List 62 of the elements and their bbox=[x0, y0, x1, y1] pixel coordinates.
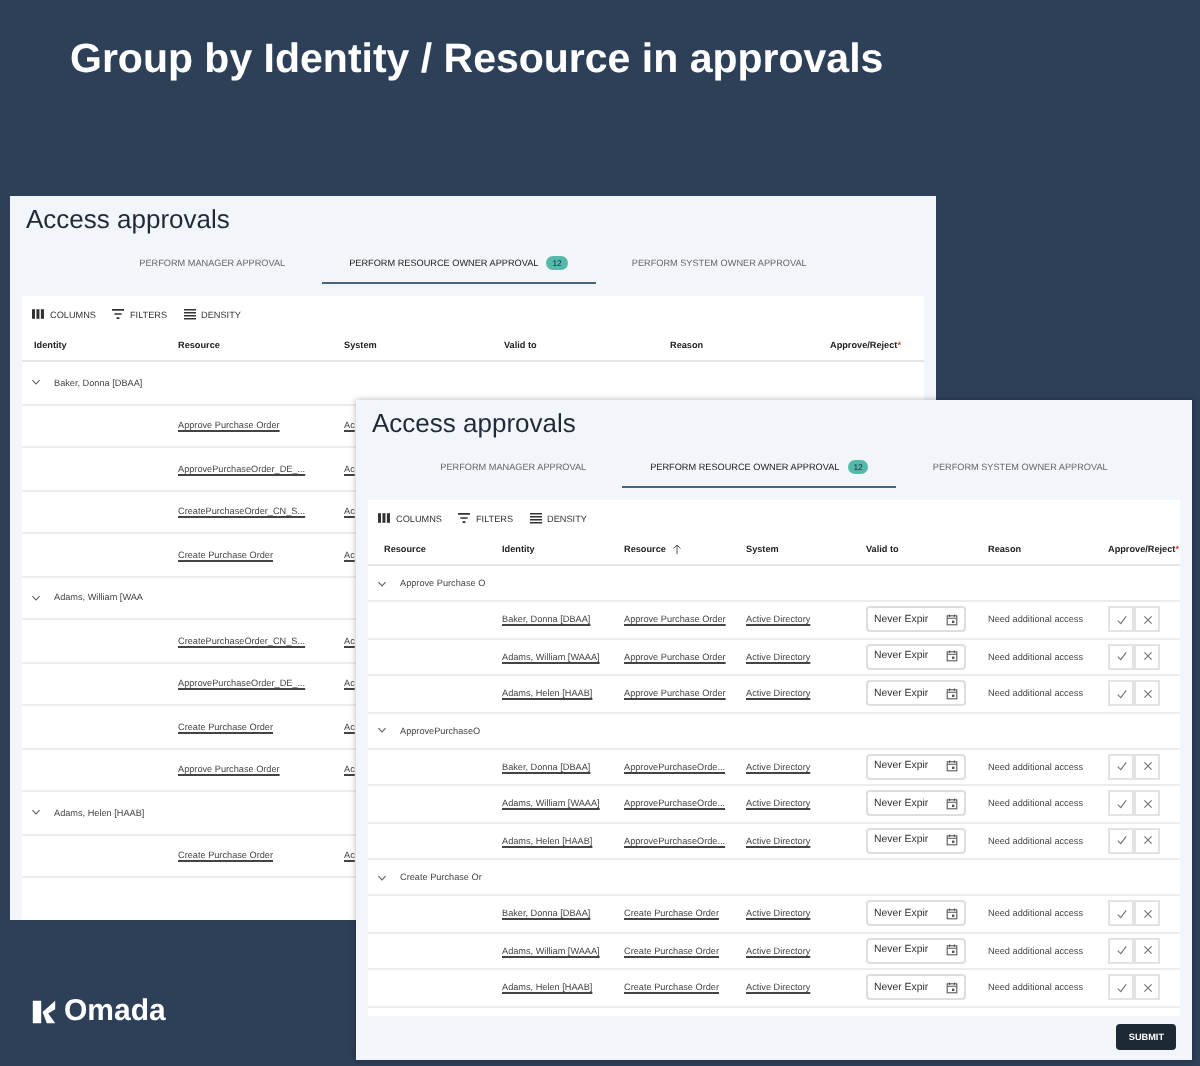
approve-button[interactable] bbox=[1108, 974, 1134, 1001]
close-icon bbox=[1141, 613, 1153, 626]
calendar-icon bbox=[946, 834, 958, 847]
calendar-icon bbox=[946, 760, 958, 773]
chevron-icon[interactable] bbox=[376, 577, 388, 589]
filter-icon bbox=[457, 512, 470, 524]
reject-button[interactable] bbox=[1134, 790, 1160, 817]
reject-button[interactable] bbox=[1134, 606, 1160, 633]
page-title: Access approvals bbox=[24, 202, 232, 234]
approve-button[interactable] bbox=[1108, 900, 1134, 927]
check-icon bbox=[1115, 907, 1127, 920]
filter-icon bbox=[111, 308, 124, 320]
chevron-icon[interactable] bbox=[30, 591, 42, 604]
approve-button[interactable] bbox=[1108, 790, 1134, 817]
close-icon bbox=[1141, 981, 1153, 994]
density-icon bbox=[529, 512, 542, 524]
check-icon bbox=[1115, 797, 1127, 810]
approve-button[interactable] bbox=[1108, 753, 1134, 780]
density-icon bbox=[183, 308, 196, 320]
chevron-icon[interactable] bbox=[30, 806, 42, 819]
reject-button[interactable] bbox=[1134, 900, 1160, 927]
approve-button[interactable] bbox=[1108, 680, 1134, 707]
reject-button[interactable] bbox=[1134, 937, 1160, 964]
chevron-icon[interactable] bbox=[376, 871, 388, 883]
check-icon bbox=[1115, 613, 1127, 626]
close-icon bbox=[1141, 760, 1153, 773]
approve-button[interactable] bbox=[1108, 643, 1134, 670]
check-icon bbox=[1115, 944, 1127, 957]
approve-button[interactable] bbox=[1108, 606, 1134, 633]
calendar-icon bbox=[946, 907, 958, 920]
check-icon bbox=[1115, 760, 1127, 773]
calendar-icon bbox=[946, 613, 958, 626]
close-icon bbox=[1141, 834, 1153, 847]
chevron-icon[interactable] bbox=[30, 376, 42, 389]
calendar-icon bbox=[946, 650, 958, 663]
columns-icon bbox=[32, 308, 44, 320]
reject-button[interactable] bbox=[1134, 827, 1160, 854]
reject-button[interactable] bbox=[1134, 974, 1160, 1001]
calendar-icon bbox=[946, 944, 958, 957]
close-icon bbox=[1141, 944, 1153, 957]
check-icon bbox=[1115, 687, 1127, 700]
close-icon bbox=[1141, 797, 1153, 810]
close-icon bbox=[1141, 907, 1153, 920]
reject-button[interactable] bbox=[1134, 753, 1160, 780]
reject-button[interactable] bbox=[1134, 680, 1160, 707]
reject-button[interactable] bbox=[1134, 643, 1160, 670]
close-icon bbox=[1141, 650, 1153, 663]
slide-title: Group by Identity / Resource in approvals bbox=[70, 36, 884, 84]
approve-button[interactable] bbox=[1108, 937, 1134, 964]
logo-icon bbox=[30, 997, 58, 1025]
columns-icon bbox=[378, 512, 390, 524]
close-icon bbox=[1141, 687, 1153, 700]
calendar-icon bbox=[946, 687, 958, 700]
calendar-icon bbox=[946, 797, 958, 810]
check-icon bbox=[1115, 650, 1127, 663]
calendar-icon bbox=[946, 981, 958, 994]
logo-text: Omada bbox=[64, 994, 166, 1028]
approve-button[interactable] bbox=[1108, 827, 1134, 854]
check-icon bbox=[1115, 834, 1127, 847]
page-title: Access approvals bbox=[370, 406, 578, 438]
check-icon bbox=[1115, 981, 1127, 994]
chevron-icon[interactable] bbox=[376, 724, 388, 736]
